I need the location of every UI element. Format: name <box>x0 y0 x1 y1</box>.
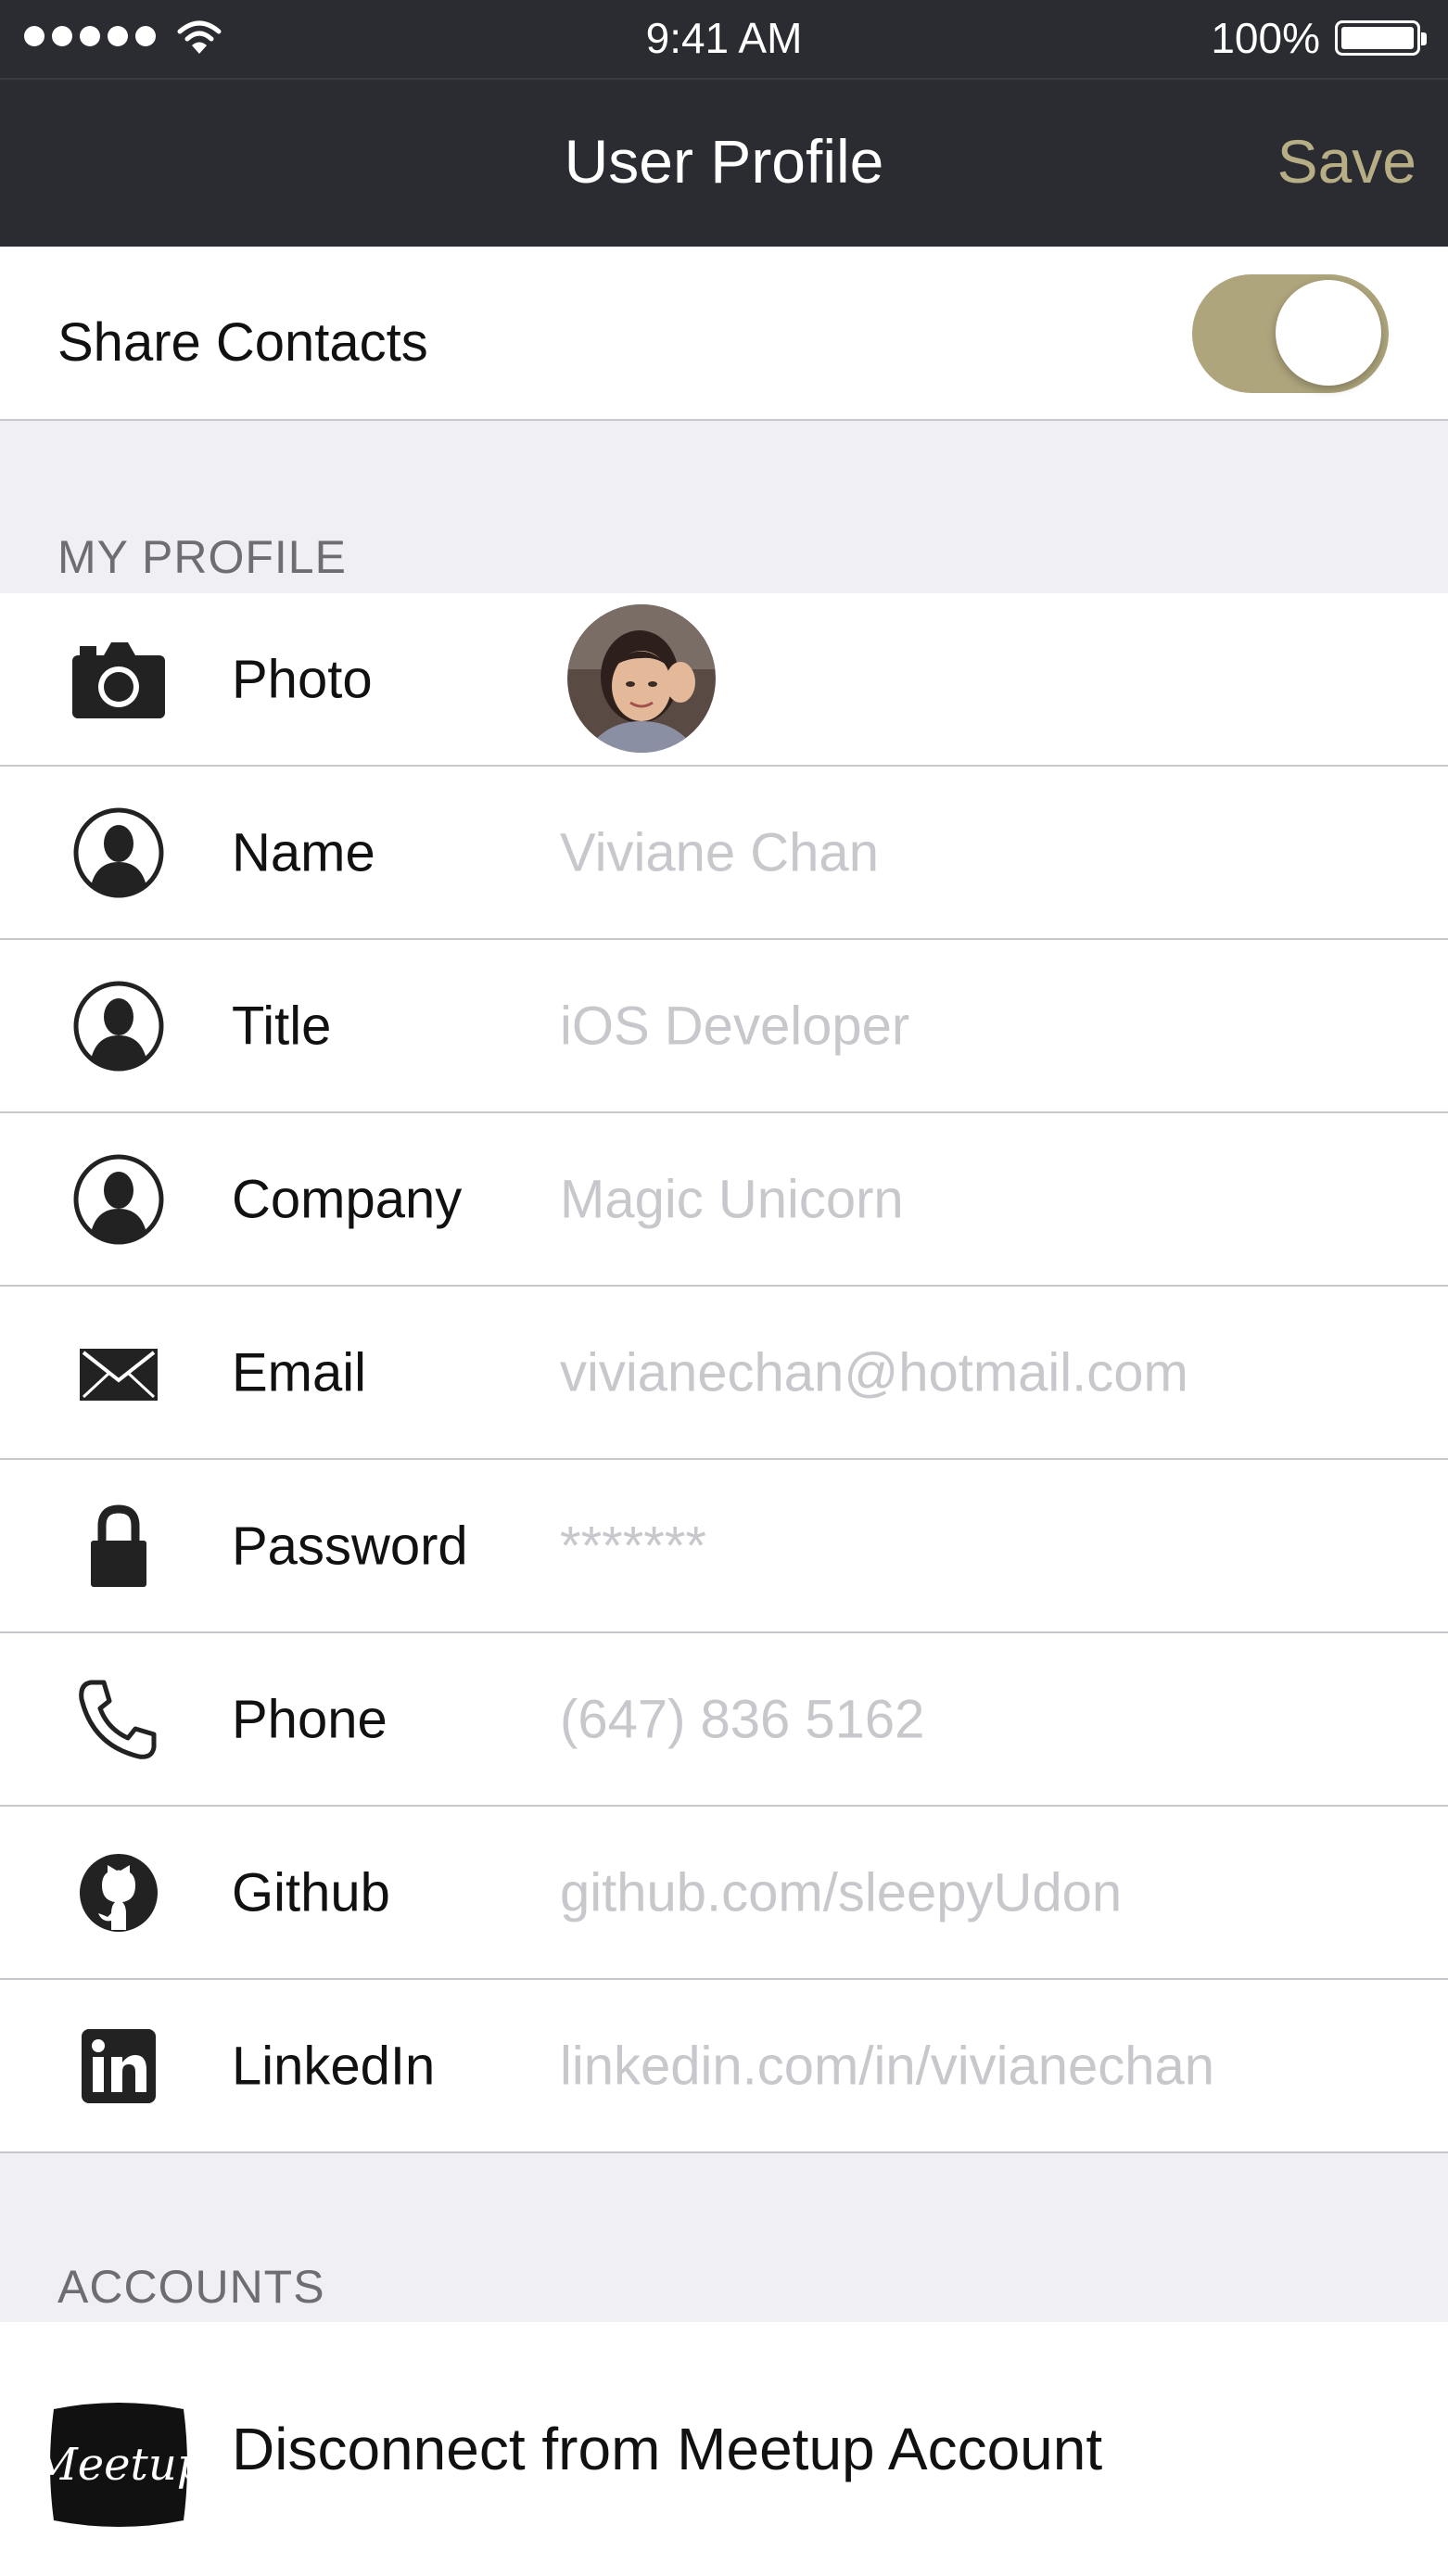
profile-row-email[interactable]: Email vivianechan@hotmail.com <box>0 1287 1448 1460</box>
profile-row-linkedin[interactable]: LinkedIn linkedin.com/in/vivianechan <box>0 1980 1448 2153</box>
envelope-icon <box>80 1348 158 1401</box>
meetup-logo-text: Meetup <box>44 2439 193 2491</box>
company-field[interactable]: Magic Unicorn <box>560 1168 904 1230</box>
row-label: Email <box>232 1342 367 1402</box>
profile-row-phone[interactable]: Phone (647) 836 5162 <box>0 1633 1448 1807</box>
title-field[interactable]: iOS Developer <box>560 995 909 1057</box>
meetup-account-row[interactable]: Meetup Disconnect from Meetup Account <box>0 2322 1448 2576</box>
lock-icon <box>91 1504 146 1587</box>
profile-row-password[interactable]: Password ******* <box>0 1460 1448 1633</box>
my-profile-section-header: MY PROFILE <box>57 531 347 583</box>
meetup-logo-icon: Meetup <box>44 2403 193 2527</box>
toggle-knob <box>1276 280 1381 386</box>
row-label: Photo <box>232 649 373 709</box>
profile-row-title[interactable]: Title iOS Developer <box>0 940 1448 1113</box>
avatar[interactable] <box>567 604 716 753</box>
phone-field[interactable]: (647) 836 5162 <box>560 1688 924 1750</box>
share-contacts-row: Share Contacts <box>0 247 1448 421</box>
row-label: Name <box>232 822 375 882</box>
user-profile-screen: 9:41 AM 100% User Profile Save Share Con… <box>0 0 1448 2576</box>
github-field[interactable]: github.com/sleepyUdon <box>560 1861 1122 1923</box>
share-contacts-label: Share Contacts <box>57 312 428 373</box>
name-field[interactable]: Viviane Chan <box>560 821 879 883</box>
battery-percentage: 100% <box>1211 14 1320 62</box>
row-label: Password <box>232 1516 468 1576</box>
row-label: Phone <box>232 1689 387 1749</box>
battery-icon <box>1335 20 1427 56</box>
share-contacts-toggle[interactable] <box>1192 274 1389 393</box>
camera-icon <box>72 641 165 718</box>
profile-row-photo[interactable]: Photo <box>0 593 1448 767</box>
row-label: Title <box>232 996 332 1056</box>
person-icon <box>73 1154 164 1244</box>
accounts-section-header: ACCOUNTS <box>57 2261 325 2313</box>
profile-row-company[interactable]: Company Magic Unicorn <box>0 1113 1448 1287</box>
profile-row-name[interactable]: Name Viviane Chan <box>0 767 1448 940</box>
linkedin-field[interactable]: linkedin.com/in/vivianechan <box>560 2035 1214 2097</box>
disconnect-meetup-button[interactable]: Disconnect from Meetup Account <box>232 2415 1102 2483</box>
save-button[interactable]: Save <box>1277 126 1416 197</box>
linkedin-icon <box>82 2028 156 2103</box>
row-label: Company <box>232 1169 463 1229</box>
status-bar: 9:41 AM 100% <box>0 0 1448 78</box>
person-icon <box>73 807 164 897</box>
phone-icon <box>79 1680 157 1759</box>
password-field[interactable]: ******* <box>560 1515 706 1577</box>
email-field[interactable]: vivianechan@hotmail.com <box>560 1341 1188 1403</box>
row-label: Github <box>232 1862 390 1922</box>
profile-row-github[interactable]: Github github.com/sleepyUdon <box>0 1807 1448 1980</box>
navigation-bar: User Profile Save <box>0 78 1448 247</box>
person-icon <box>73 981 164 1071</box>
github-icon <box>80 1853 158 1932</box>
profile-list: Photo Name Viviane Chan Title iOS Develo… <box>0 593 1448 2153</box>
row-label: LinkedIn <box>232 2036 436 2096</box>
page-title: User Profile <box>564 127 884 196</box>
